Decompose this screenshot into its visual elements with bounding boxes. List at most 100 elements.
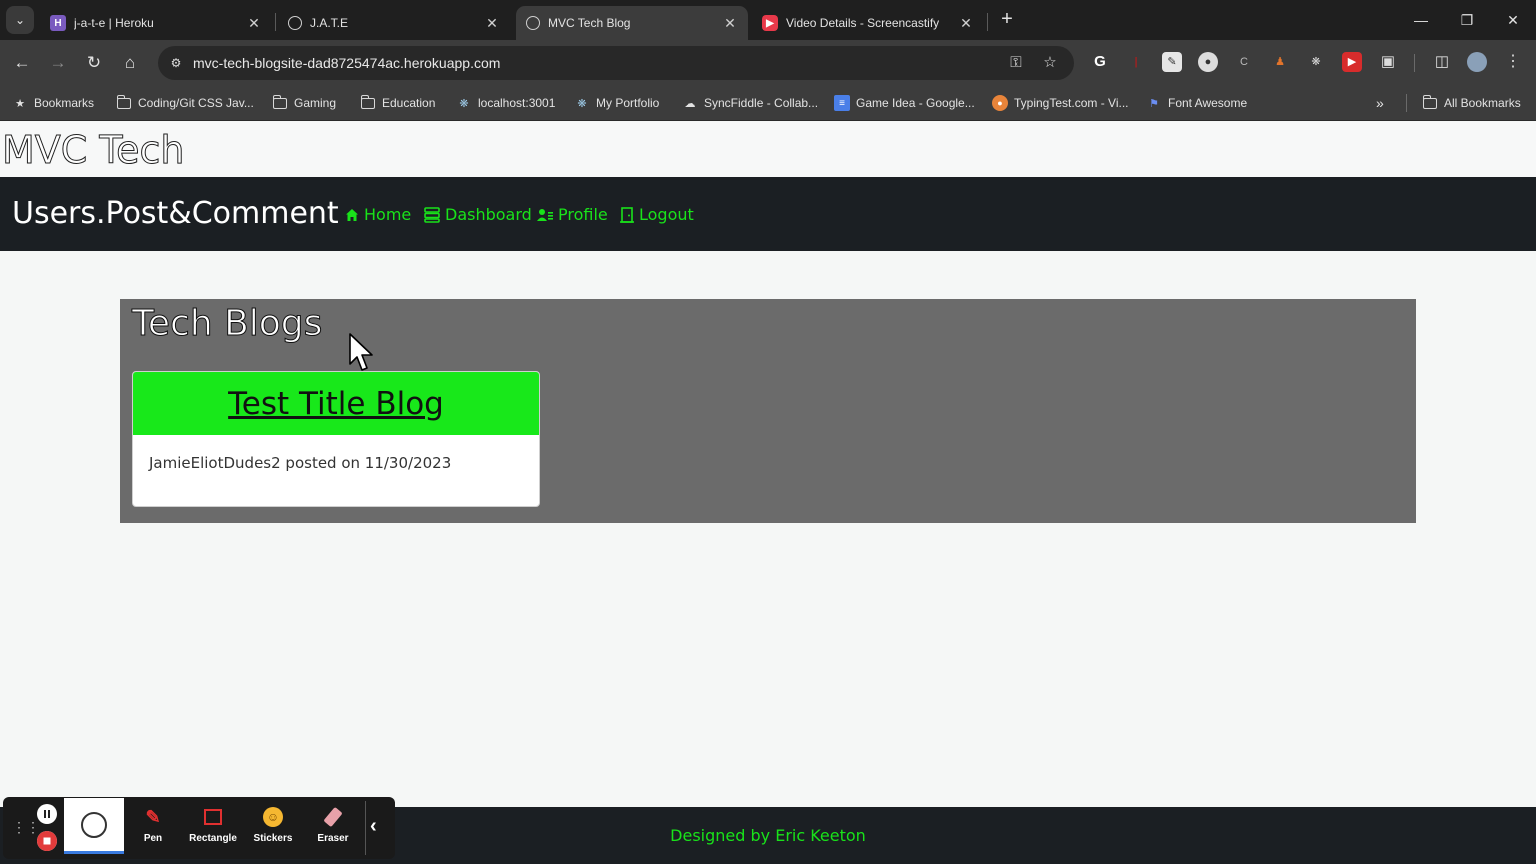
site-settings-icon[interactable]: ⚙ [166, 53, 186, 73]
bookmark-label: Font Awesome [1168, 96, 1248, 110]
site-brand: MVC Tech [2, 128, 186, 173]
star-icon[interactable]: ☆ [1040, 53, 1060, 73]
nav-link-dashboard[interactable]: Dashboard [424, 205, 532, 224]
chevron-left-icon: ‹ [370, 815, 377, 837]
post-card[interactable]: Test Title Blog JamieEliotDudes2 posted … [132, 371, 540, 507]
tab-search-button[interactable]: ⌄ [6, 6, 34, 34]
nav-link-label: Logout [639, 205, 694, 224]
bookmark-item[interactable]: ❋ My Portfolio [574, 92, 659, 114]
stickers-tool-button[interactable]: ☺ Stickers [244, 805, 302, 851]
key-icon[interactable]: ⚿ [1006, 53, 1026, 73]
tab-title: MVC Tech Blog [548, 16, 631, 30]
rectangle-tool-button[interactable]: Rectangle [184, 805, 242, 851]
forward-button[interactable]: → [46, 51, 70, 75]
collapse-toolbar-button[interactable]: ‹ [370, 815, 377, 838]
tab-screencastify[interactable]: ▶ Video Details - Screencastify ✕ [752, 6, 984, 40]
nav-title: Users.Post&Comment [12, 196, 339, 231]
close-window-button[interactable]: ✕ [1498, 8, 1528, 32]
bookmark-label: Gaming [294, 96, 337, 110]
more-bookmarks-button[interactable]: » [1376, 92, 1384, 114]
bookmark-label: Bookmarks [34, 96, 95, 110]
globe-icon [288, 16, 302, 30]
avatar[interactable] [1467, 52, 1487, 72]
pause-button[interactable] [37, 804, 57, 824]
tech-blogs-panel: Tech Blogs Test Title Blog JamieEliotDud… [120, 299, 1416, 523]
minimize-button[interactable]: — [1406, 8, 1436, 32]
screencastify-extension-icon[interactable]: ▶ [1342, 52, 1362, 72]
tab-mvc-tech-blog[interactable]: MVC Tech Blog ✕ [516, 6, 748, 40]
pen-icon: ✎ [145, 806, 161, 827]
all-bookmarks-label: All Bookmarks [1444, 96, 1521, 110]
nav-link-label: Home [364, 205, 412, 224]
bookmark-label: Game Idea - Google... [856, 96, 975, 110]
puzzle-icon[interactable]: ▣ [1378, 52, 1398, 72]
extension-figure-icon[interactable]: ♟ [1270, 52, 1290, 72]
home-icon [345, 208, 359, 222]
bookmark-item[interactable]: ☁ SyncFiddle - Collab... [682, 92, 819, 114]
close-icon[interactable]: ✕ [246, 15, 262, 32]
folder-icon [116, 94, 131, 109]
bookmark-label: Coding/Git CSS Jav... [138, 96, 254, 110]
folder-icon [1422, 94, 1437, 109]
arrow-right-icon: → [49, 53, 67, 72]
bookmark-folder[interactable]: Gaming [272, 92, 336, 114]
home-button[interactable]: ⌂ [118, 51, 142, 75]
extension-red-icon[interactable]: | [1126, 52, 1146, 72]
bookmark-item[interactable]: ❋ localhost:3001 [456, 92, 555, 114]
flag-icon: ⚑ [1149, 97, 1159, 110]
address-bar[interactable]: ⚙ mvc-tech-blogsite-dad8725474ac.herokua… [158, 46, 1074, 80]
bookmark-label: SyncFiddle - Collab... [704, 96, 819, 110]
bookmark-item[interactable]: ● TypingTest.com - Vi... [992, 92, 1129, 114]
close-icon[interactable]: ✕ [484, 15, 500, 32]
tab-strip: ⌄ H j-a-t-e | Heroku ✕ J.A.T.E ✕ MVC Tec… [0, 0, 1536, 40]
extension-circle-icon[interactable]: ● [1198, 52, 1218, 72]
arrow-left-icon: ← [13, 53, 31, 72]
mouse-cursor-icon [349, 333, 373, 371]
home-icon: ⌂ [124, 53, 136, 72]
all-bookmarks-button[interactable]: All Bookmarks [1422, 92, 1521, 114]
bookmark-item[interactable]: ⚑ Font Awesome [1146, 92, 1247, 114]
react-icon[interactable]: ❋ [1306, 52, 1326, 72]
cloud-icon: ☁ [684, 97, 696, 110]
extension-c-icon[interactable]: C [1234, 52, 1254, 72]
stop-icon [37, 831, 57, 851]
tab-heroku[interactable]: H j-a-t-e | Heroku ✕ [40, 6, 272, 40]
tab-jate[interactable]: J.A.T.E ✕ [278, 6, 510, 40]
stop-button[interactable] [37, 831, 57, 851]
post-title-link[interactable]: Test Title Blog [228, 386, 444, 422]
react-icon: ❋ [459, 97, 469, 110]
bookmarks-divider [1406, 94, 1407, 112]
nav-link-logout[interactable]: Logout [620, 205, 694, 224]
close-icon[interactable]: ✕ [958, 15, 974, 32]
dashboard-icon [424, 206, 440, 223]
bookmark-label: My Portfolio [596, 96, 660, 110]
google-icon[interactable]: G [1090, 52, 1110, 72]
tool-label: Stickers [253, 833, 293, 844]
restore-button[interactable]: ❐ [1452, 8, 1482, 32]
menu-icon[interactable]: ⋮ [1503, 52, 1523, 72]
bookmark-label: localhost:3001 [478, 96, 556, 110]
pen-tool-button[interactable]: ✎ Pen [124, 805, 182, 851]
close-icon[interactable]: ✕ [722, 15, 738, 32]
tab-divider [275, 13, 276, 31]
eraser-tool-button[interactable]: Eraser [304, 805, 362, 851]
drag-handle-icon[interactable]: ⋮⋮ [12, 819, 40, 836]
pause-icon [44, 810, 50, 818]
bookmark-folder[interactable]: Education [360, 92, 435, 114]
back-button[interactable]: ← [10, 51, 34, 75]
nav-link-home[interactable]: Home [345, 205, 411, 224]
bookmark-item[interactable]: ≡ Game Idea - Google... [834, 92, 975, 114]
nav-link-profile[interactable]: Profile [537, 205, 608, 224]
bookmark-folder[interactable]: Coding/Git CSS Jav... [116, 92, 254, 114]
url-text: mvc-tech-blogsite-dad8725474ac.herokuapp… [193, 55, 501, 71]
bookmark-label: Education [382, 96, 436, 110]
tab-title: j-a-t-e | Heroku [74, 16, 154, 30]
reload-button[interactable]: ↻ [82, 51, 106, 75]
new-tab-button[interactable]: + [996, 8, 1018, 32]
side-panel-icon[interactable]: ◫ [1432, 52, 1452, 72]
webcam-avatar-button[interactable] [64, 798, 124, 854]
logout-icon [620, 206, 634, 223]
bookmark-item[interactable]: ★ Bookmarks [12, 92, 94, 114]
extension-pen-icon[interactable]: ✎ [1162, 52, 1182, 72]
screencastify-icon: ▶ [762, 15, 778, 31]
